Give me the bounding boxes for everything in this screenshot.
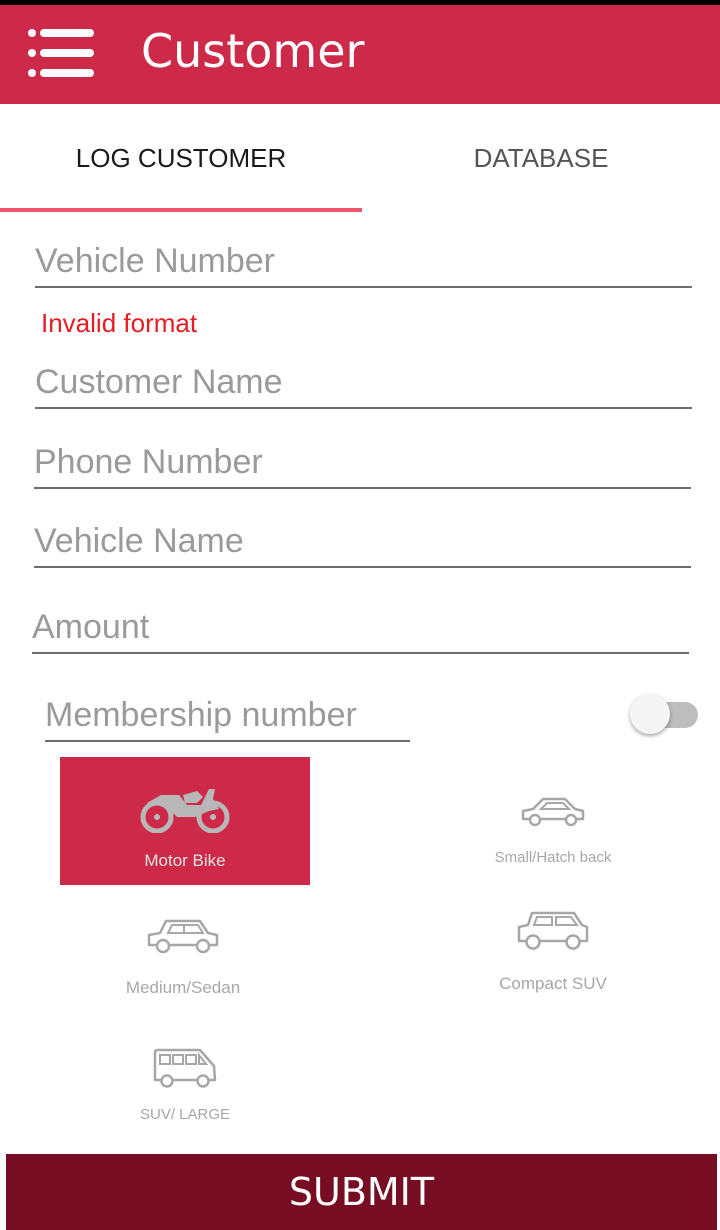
motorbike-icon <box>140 789 230 833</box>
membership-number-field <box>45 690 410 742</box>
vehicle-option-motor-bike[interactable]: Motor Bike <box>60 757 310 885</box>
hatchback-car-icon <box>521 797 585 827</box>
vehicle-label-compact-suv: Compact SUV <box>499 974 607 993</box>
customer-name-input[interactable] <box>35 357 692 407</box>
submit-button[interactable]: SUBMIT <box>6 1154 717 1230</box>
vehicle-name-field <box>34 516 691 568</box>
compact-suv-icon <box>517 911 589 950</box>
vehicle-option-large-suv[interactable]: SUV/ LARGE <box>60 1040 310 1168</box>
vehicle-option-hatchback[interactable]: Small/Hatch back <box>428 757 678 885</box>
tab-database[interactable]: DATABASE <box>362 104 720 212</box>
large-suv-van-icon <box>153 1048 217 1088</box>
vehicle-name-input[interactable] <box>34 516 691 566</box>
sedan-car-icon <box>147 919 219 954</box>
vehicle-option-compact-suv[interactable]: Compact SUV <box>428 905 678 1033</box>
phone-number-input[interactable] <box>34 437 691 487</box>
customer-name-field <box>35 357 692 409</box>
vehicle-label-motor-bike: Motor Bike <box>144 851 226 870</box>
membership-toggle[interactable] <box>630 694 698 734</box>
tab-log-customer[interactable]: LOG CUSTOMER <box>0 104 362 212</box>
vehicle-number-field <box>35 236 692 288</box>
vehicle-label-hatchback: Small/Hatch back <box>494 849 612 866</box>
page-title: Customer <box>141 24 365 78</box>
tab-bar: LOG CUSTOMER DATABASE <box>0 104 720 212</box>
phone-number-field <box>34 437 691 489</box>
toggle-thumb <box>630 694 670 734</box>
active-tab-indicator <box>0 208 362 212</box>
membership-number-input[interactable] <box>45 690 410 740</box>
vehicle-option-sedan[interactable]: Medium/Sedan <box>58 905 308 1033</box>
amount-field <box>32 602 689 654</box>
hamburger-menu-icon[interactable] <box>28 27 96 79</box>
amount-input[interactable] <box>32 602 689 652</box>
vehicle-number-error: Invalid format <box>41 308 198 338</box>
vehicle-label-large-suv: SUV/ LARGE <box>139 1106 231 1123</box>
vehicle-number-input[interactable] <box>35 236 692 286</box>
vehicle-label-sedan: Medium/Sedan <box>125 978 241 997</box>
app-bar: Customer <box>0 5 720 104</box>
